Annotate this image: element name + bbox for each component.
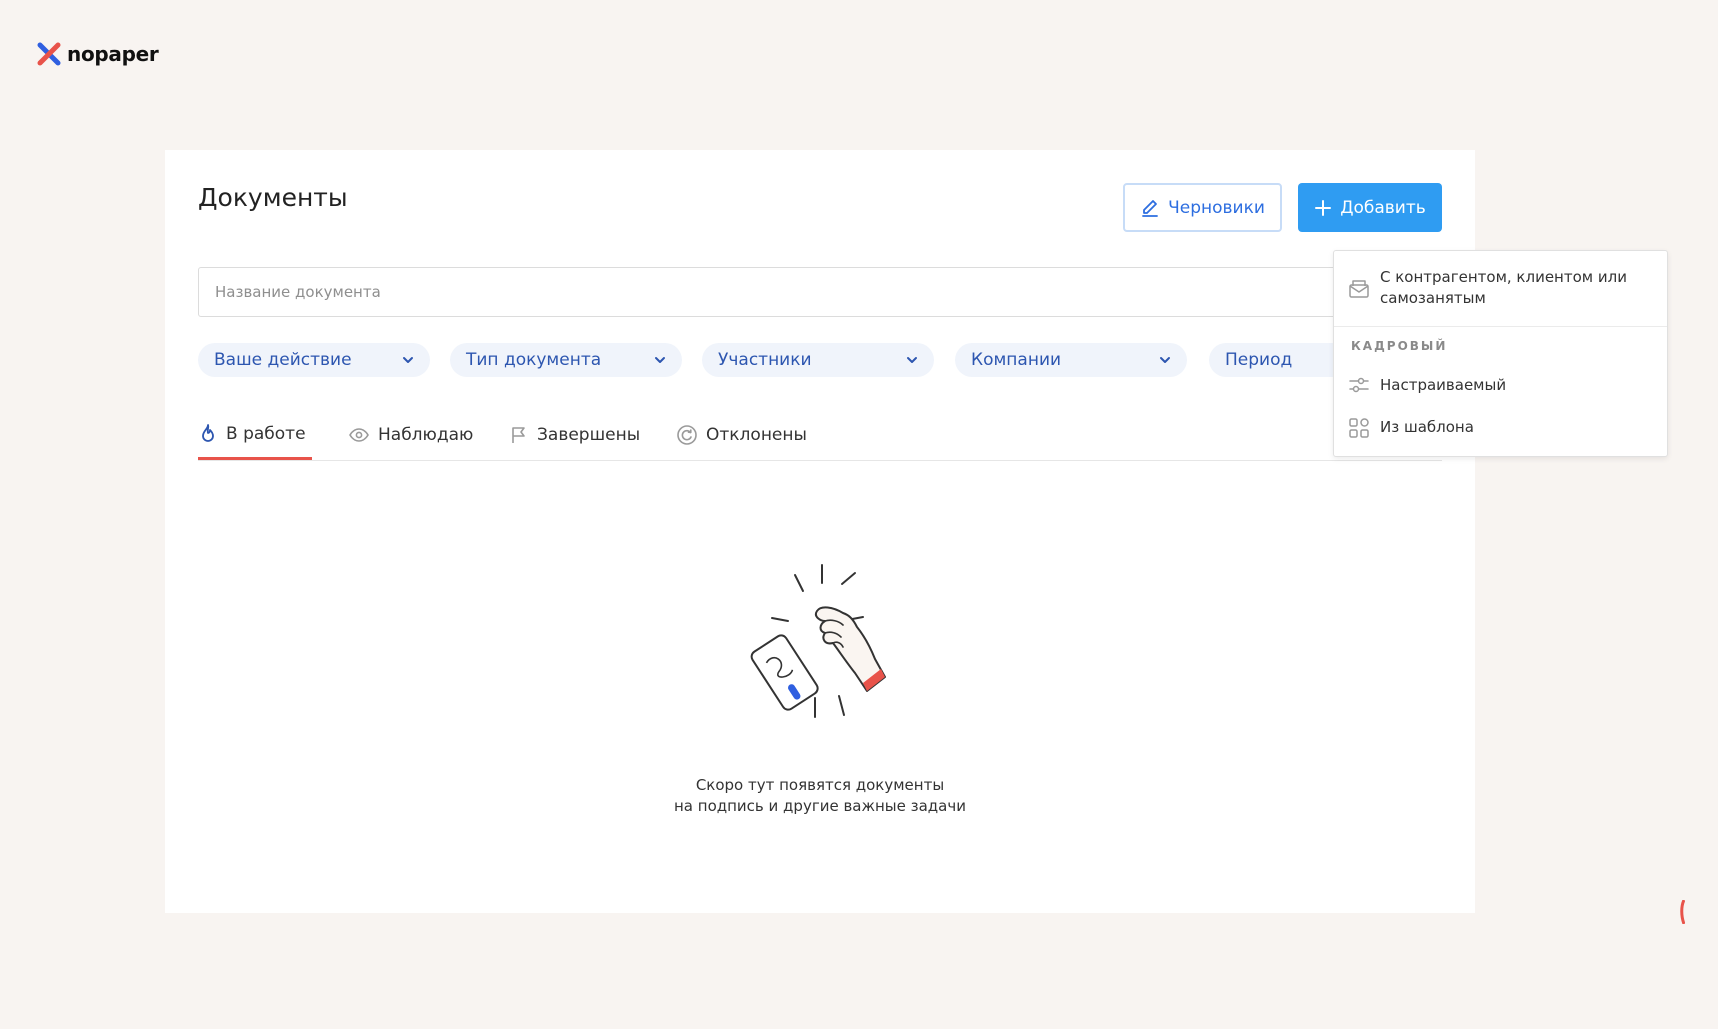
tab-watching[interactable]: Наблюдаю — [348, 410, 473, 460]
filter-participants[interactable]: Участники — [702, 343, 934, 377]
empty-state-message: Скоро тут появятся документы на подпись … — [165, 775, 1475, 817]
filter-label: Ваше действие — [214, 350, 352, 370]
add-menu-dropdown: С контрагентом, клиентом или самозанятым… — [1333, 250, 1668, 457]
filter-companies[interactable]: Компании — [955, 343, 1187, 377]
add-menu-divider — [1334, 326, 1667, 327]
pencil-icon — [1142, 199, 1158, 217]
chevron-down-icon — [1160, 357, 1170, 363]
status-tabs: В работе Наблюдаю Завершены Отклонены — [198, 410, 1442, 461]
sliders-icon — [1349, 377, 1369, 393]
chevron-down-icon — [403, 357, 413, 363]
drafts-button[interactable]: Черновики — [1123, 183, 1282, 232]
rotate-icon — [677, 425, 697, 445]
add-menu-item-custom[interactable]: Настраиваемый — [1348, 375, 1630, 396]
add-menu-item-from-template[interactable]: Из шаблона — [1348, 417, 1630, 439]
filter-label: Участники — [718, 350, 812, 370]
chevron-down-icon — [655, 357, 665, 363]
empty-state-illustration — [750, 564, 886, 718]
add-menu-item-counterparty[interactable]: С контрагентом, клиентом или самозанятым — [1348, 267, 1630, 309]
decorative-red-mark — [1680, 900, 1685, 924]
add-button[interactable]: Добавить — [1298, 183, 1442, 232]
envelope-icon — [1349, 280, 1369, 298]
filter-your-action[interactable]: Ваше действие — [198, 343, 430, 377]
tab-label: Завершены — [537, 425, 641, 445]
chevron-down-icon — [907, 357, 917, 363]
filter-label: Компании — [971, 350, 1062, 370]
add-menu-group-label: КАДРОВЫЙ — [1351, 339, 1448, 353]
tab-label: В работе — [226, 423, 306, 444]
filter-document-type[interactable]: Тип документа — [450, 343, 682, 377]
drafts-button-label: Черновики — [1168, 197, 1265, 218]
eye-icon — [349, 428, 369, 442]
tab-completed[interactable]: Завершены — [509, 410, 640, 460]
add-menu-item-label: Из шаблона — [1380, 418, 1474, 436]
add-button-label: Добавить — [1340, 197, 1426, 218]
logo-x-icon — [37, 42, 61, 66]
tab-label: Отклонены — [706, 425, 807, 445]
filter-label: Период — [1225, 350, 1293, 370]
empty-state-line-2: на подпись и другие важные задачи — [674, 797, 966, 815]
brand-logo[interactable]: nopaper — [37, 42, 159, 66]
brand-name: nopaper — [67, 42, 159, 66]
add-menu-item-label: Настраиваемый — [1380, 376, 1507, 394]
page-title: Документы — [198, 183, 348, 212]
flag-icon — [512, 427, 525, 443]
empty-state-line-1: Скоро тут появятся документы — [695, 776, 945, 794]
documents-panel: Документы Черновики Добавить Ваше действ… — [165, 150, 1475, 913]
filter-label: Тип документа — [466, 350, 602, 370]
tab-rejected[interactable]: Отклонены — [676, 410, 807, 460]
tab-in-progress[interactable]: В работе — [198, 410, 312, 460]
plus-icon — [1315, 199, 1332, 216]
add-menu-item-label: С контрагентом, клиентом или самозанятым — [1380, 268, 1627, 307]
document-search-input[interactable] — [198, 267, 1442, 317]
flame-icon — [202, 423, 214, 442]
tab-label: Наблюдаю — [378, 425, 474, 445]
grid-icon — [1349, 418, 1369, 438]
